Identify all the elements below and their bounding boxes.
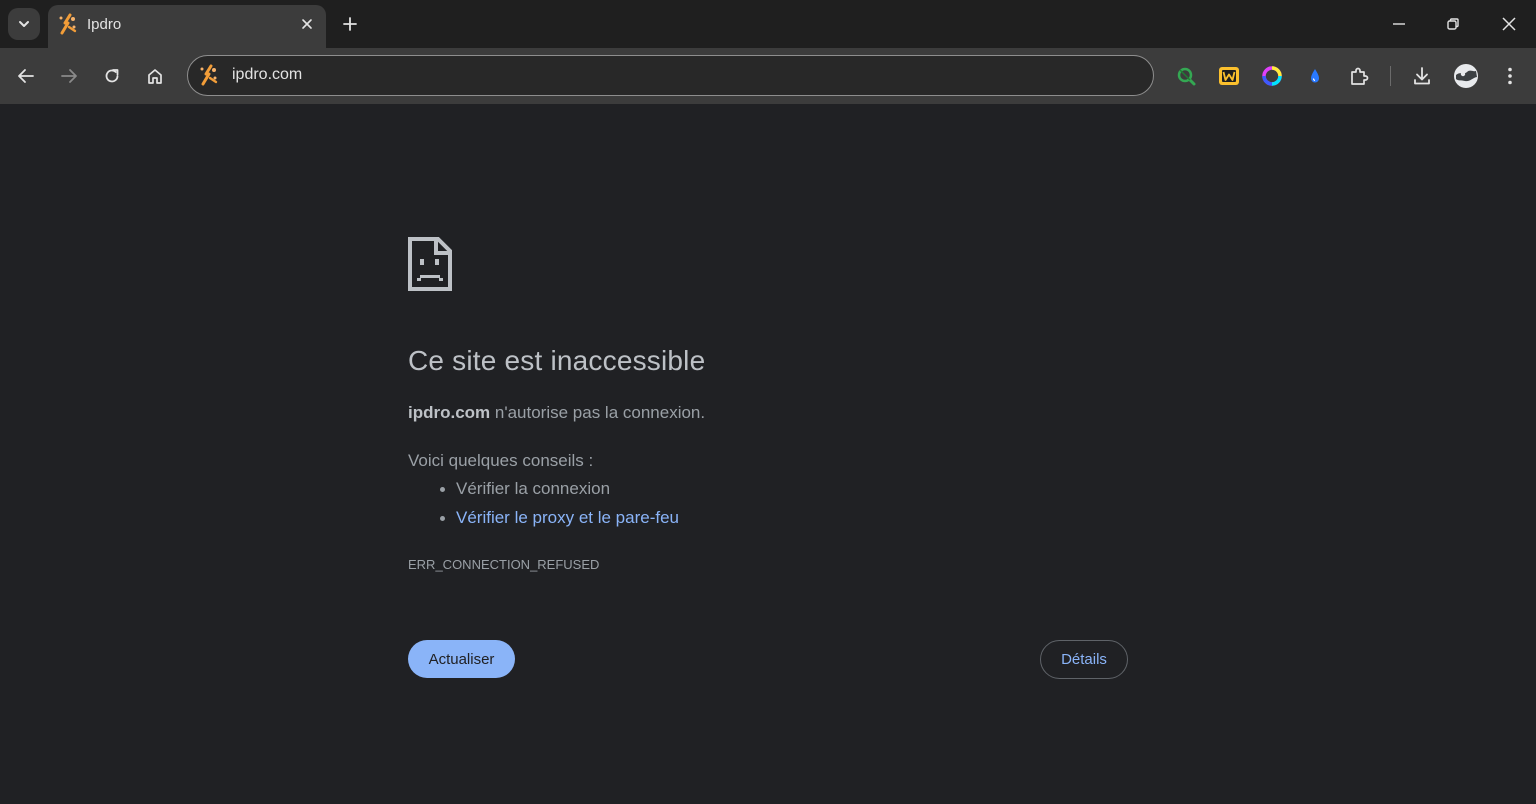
tab-search-button[interactable] [8, 8, 40, 40]
back-button[interactable] [10, 60, 42, 92]
downloads-button[interactable] [1409, 63, 1435, 89]
error-code: ERR_CONNECTION_REFUSED [408, 557, 600, 572]
tab-close-button[interactable] [296, 13, 318, 35]
magnifier-extension-button[interactable] [1173, 63, 1199, 89]
home-button[interactable] [139, 60, 171, 92]
error-page: Ce site est inaccessible ipdro.com n'aut… [0, 104, 1536, 804]
profile-avatar-icon [1454, 64, 1478, 88]
reload-button[interactable] [96, 60, 128, 92]
new-tab-button[interactable] [336, 10, 364, 38]
back-icon [18, 69, 34, 83]
chevron-down-icon [19, 21, 29, 27]
address-url[interactable]: ipdro.com [232, 66, 302, 84]
error-description: ipdro.com n'autorise pas la connexion. [408, 403, 705, 423]
site-info-icon[interactable] [197, 64, 219, 86]
plus-icon [343, 17, 357, 31]
color-ring-extension-button[interactable] [1259, 63, 1285, 89]
restore-icon [1447, 18, 1459, 30]
error-description-rest: n'autorise pas la connexion. [490, 403, 706, 422]
magnifier-extension-icon [1177, 67, 1196, 86]
sad-document-icon [408, 237, 452, 291]
home-icon [148, 69, 162, 84]
close-window-icon [1502, 17, 1516, 31]
bolt-sparkle-icon [59, 13, 77, 35]
extensions-button[interactable] [1346, 63, 1372, 89]
close-icon [302, 19, 312, 29]
forward-button[interactable] [53, 60, 85, 92]
browser-toolbar: ipdro.com [0, 48, 1536, 104]
reload-icon [105, 69, 119, 83]
address-bar[interactable]: ipdro.com [187, 55, 1154, 96]
restore-button[interactable] [1426, 0, 1480, 48]
tips-list: Vérifier la connexion Vérifier le proxy … [440, 479, 679, 537]
drop-extension-icon [1311, 69, 1319, 83]
toolbar-separator [1390, 66, 1391, 86]
tab-strip: Ipdro [0, 0, 1536, 48]
w-extension-icon [1219, 67, 1239, 85]
error-heading: Ce site est inaccessible [408, 345, 706, 376]
error-host: ipdro.com [408, 403, 491, 422]
color-ring-extension-icon [1262, 66, 1282, 86]
profile-button[interactable] [1452, 62, 1480, 90]
forward-icon [61, 69, 77, 83]
details-button[interactable]: Détails [1040, 640, 1128, 679]
menu-kebab-icon [1508, 67, 1512, 85]
minimize-icon [1393, 23, 1405, 25]
drop-extension-button[interactable] [1302, 63, 1328, 89]
tip-check-connection: Vérifier la connexion [440, 479, 679, 508]
download-icon [1414, 67, 1430, 85]
active-tab[interactable]: Ipdro [48, 5, 326, 48]
reload-page-button[interactable]: Actualiser [408, 640, 515, 678]
w-extension-button[interactable] [1216, 63, 1242, 89]
tip-check-proxy-link[interactable]: Vérifier le proxy et le pare-feu [440, 508, 679, 537]
minimize-button[interactable] [1372, 0, 1426, 48]
tab-title: Ipdro [87, 16, 122, 33]
puzzle-extensions-icon [1351, 67, 1369, 85]
browser-menu-button[interactable] [1497, 63, 1523, 89]
tips-intro: Voici quelques conseils : [408, 451, 594, 470]
close-window-button[interactable] [1482, 0, 1536, 48]
